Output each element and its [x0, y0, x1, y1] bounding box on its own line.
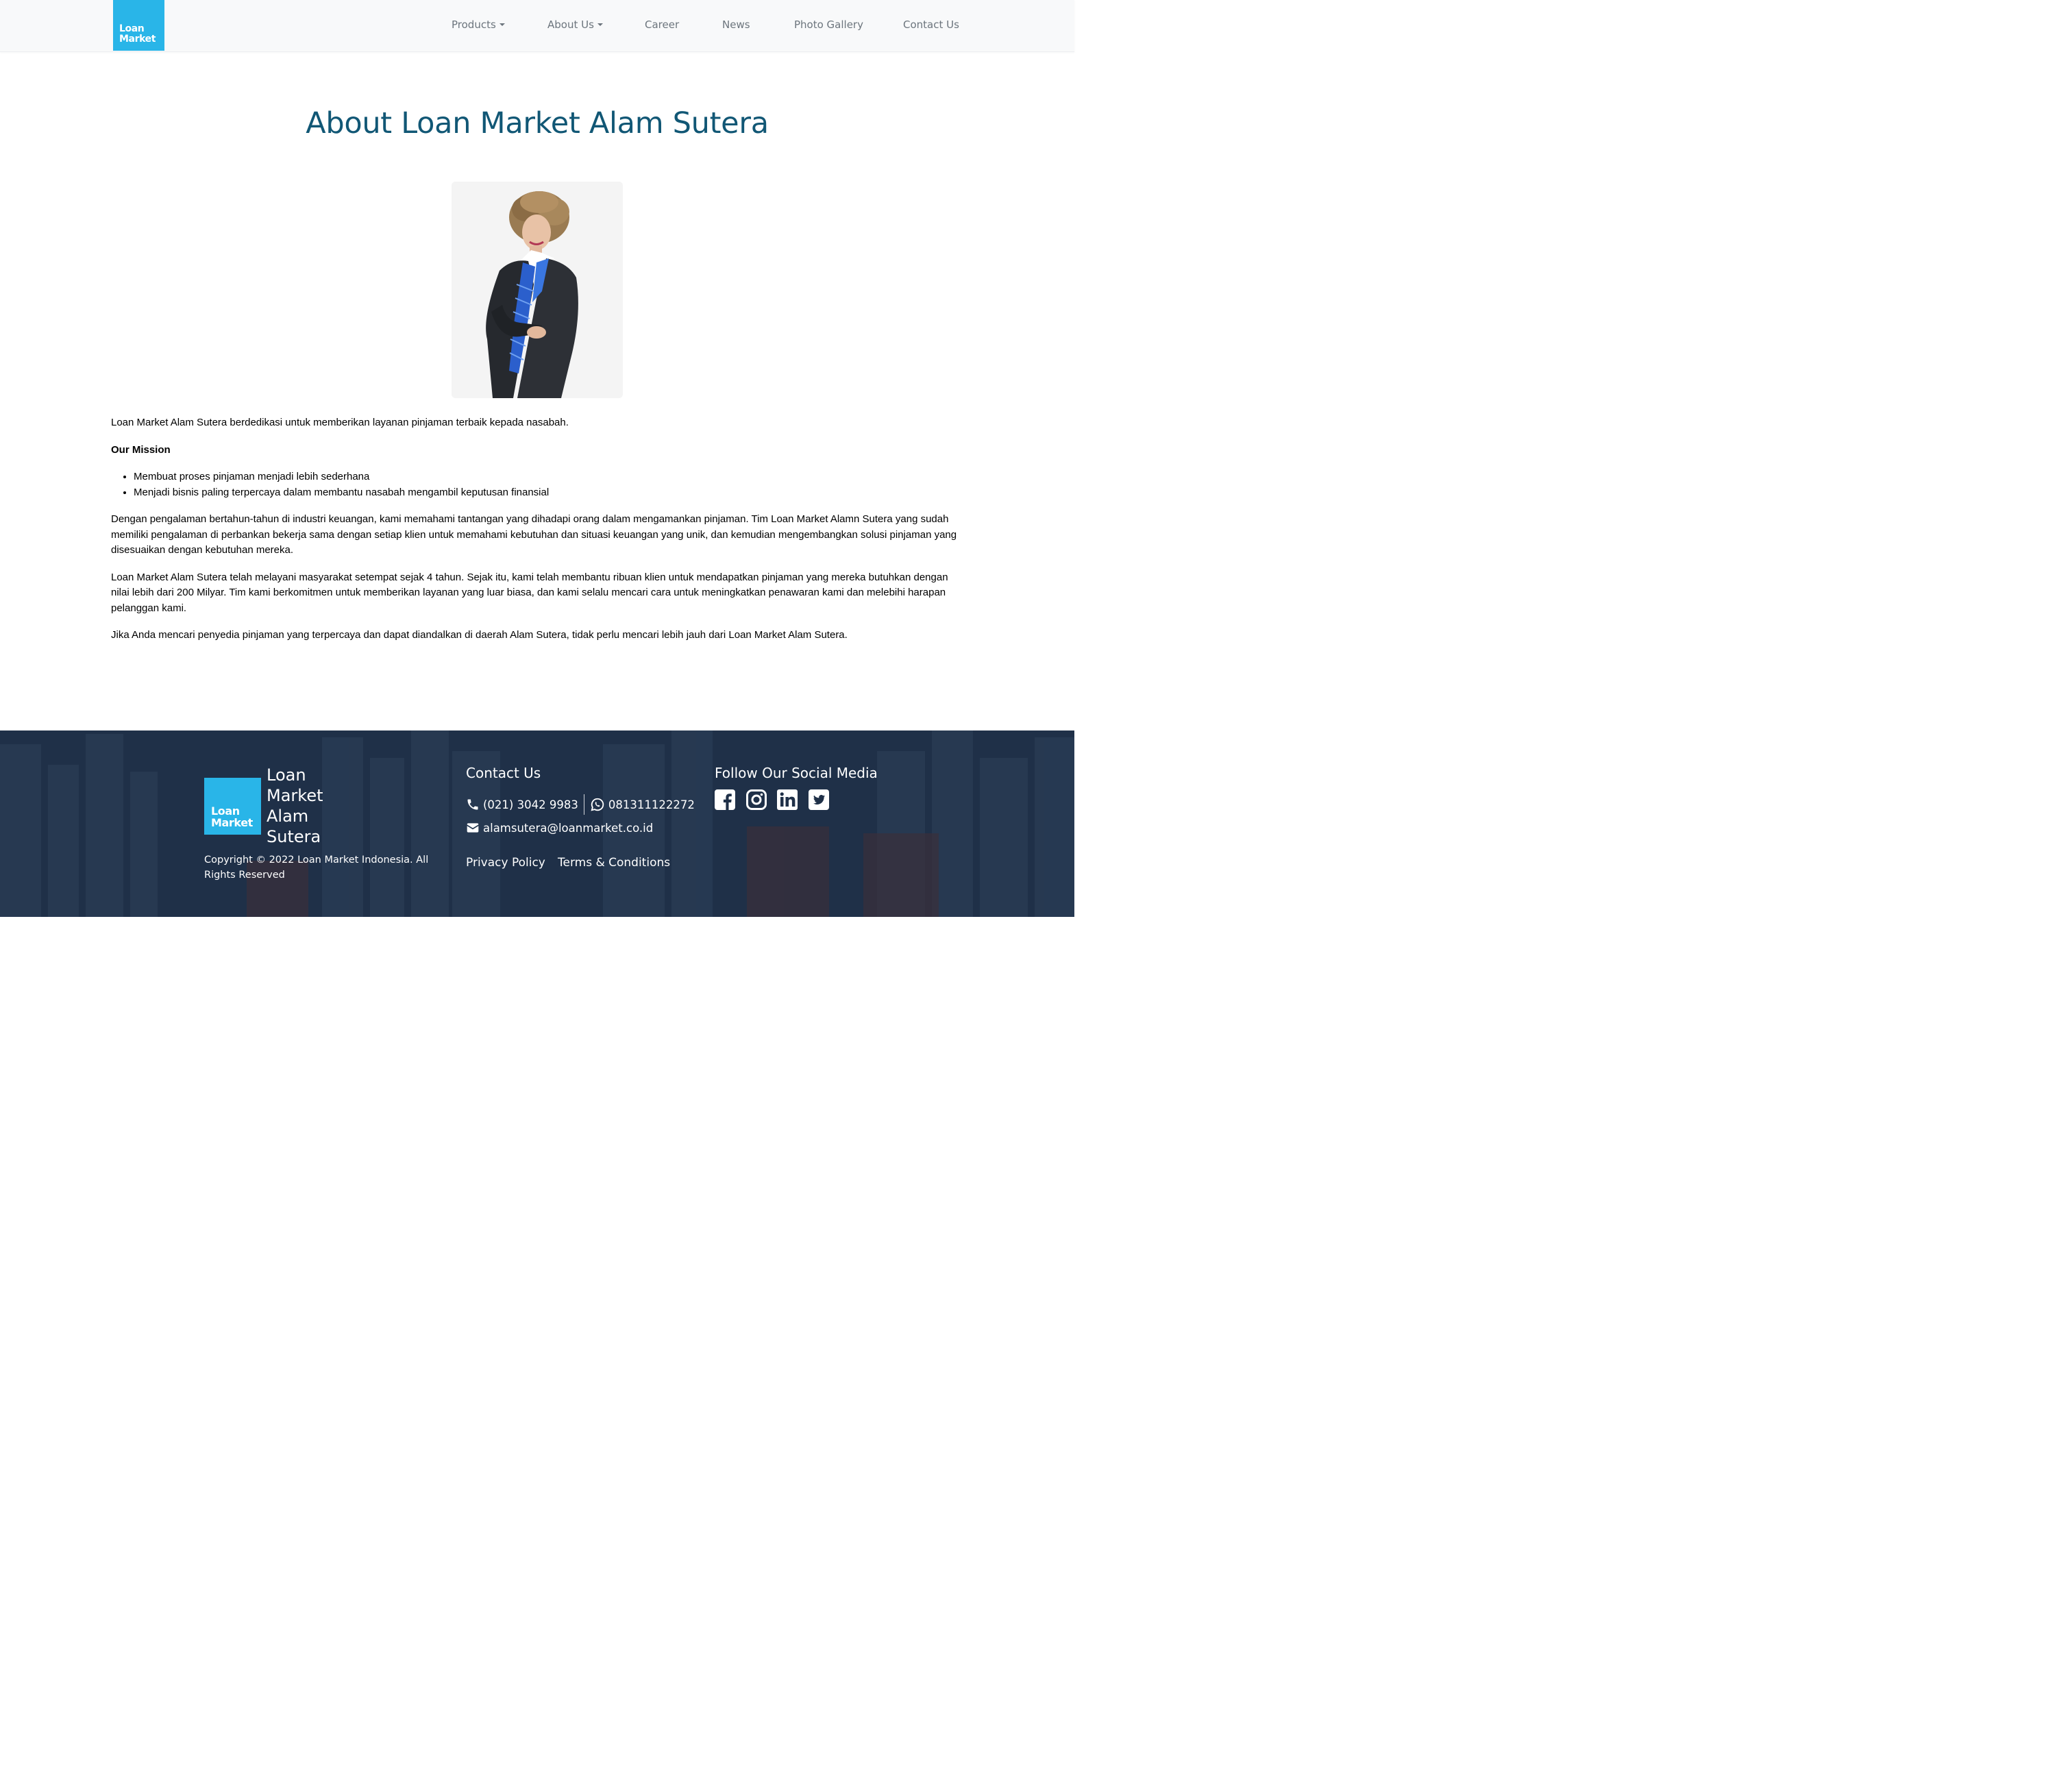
- footer-logo[interactable]: Loan Market: [204, 778, 261, 835]
- phone-icon: [467, 799, 478, 810]
- phone-number[interactable]: (021) 3042 9983: [483, 798, 578, 811]
- paragraph-experience: Dengan pengalaman bertahun-tahun di indu…: [111, 513, 957, 556]
- site-footer: Loan Market Loan Market Alam Sutera Copy…: [0, 730, 1074, 917]
- facebook-icon[interactable]: [715, 789, 735, 810]
- nav-item-news[interactable]: News: [722, 19, 750, 31]
- list-item: Membuat proses pinjaman menjadi lebih se…: [134, 469, 964, 485]
- footer-contact-heading: Contact Us: [466, 765, 541, 781]
- copyright-text: Copyright © 2022 Loan Market Indonesia. …: [204, 855, 429, 881]
- intro-text: Loan Market Alam Sutera berdedikasi untu…: [111, 417, 569, 428]
- whatsapp-number[interactable]: 081311122272: [608, 798, 695, 811]
- top-navbar: Loan Market Products About Us Career New…: [0, 0, 1074, 52]
- footer-brand-name: Loan Market Alam Sutera: [267, 765, 323, 846]
- twitter-icon[interactable]: [809, 789, 829, 810]
- linkedin-icon[interactable]: [777, 789, 798, 810]
- nav-item-career[interactable]: Career: [645, 19, 679, 31]
- paragraph-history: Loan Market Alam Sutera telah melayani m…: [111, 571, 948, 614]
- logo-wordmark: Loan Market: [211, 805, 253, 829]
- nav-item-about-us[interactable]: About Us: [547, 19, 603, 31]
- email-link[interactable]: alamsutera@loanmarket.co.id: [483, 822, 653, 835]
- contact-phone-row: (021) 3042 9983 081311122272: [466, 794, 695, 815]
- whatsapp-icon: [591, 798, 604, 811]
- agent-portrait-image: [452, 182, 623, 398]
- about-content: Loan Market Alam Sutera berdedikasi untu…: [111, 415, 964, 655]
- envelope-icon: [467, 823, 479, 833]
- list-item: Menjadi bisnis paling terpercaya dalam m…: [134, 485, 964, 501]
- privacy-policy-link[interactable]: Privacy Policy: [466, 856, 545, 870]
- nav-item-contact-us[interactable]: Contact Us: [903, 19, 959, 31]
- mission-list: Membuat proses pinjaman menjadi lebih se…: [111, 469, 964, 500]
- nav-item-photo-gallery[interactable]: Photo Gallery: [794, 19, 863, 31]
- chevron-down-icon: [499, 23, 505, 26]
- contact-email-row: alamsutera@loanmarket.co.id: [466, 821, 653, 835]
- terms-conditions-link[interactable]: Terms & Conditions: [558, 856, 670, 870]
- mission-heading: Our Mission: [111, 443, 171, 456]
- paragraph-closing: Jika Anda mencari penyedia pinjaman yang…: [111, 629, 848, 641]
- chevron-down-icon: [597, 23, 603, 26]
- instagram-icon[interactable]: [746, 789, 767, 810]
- footer-social-heading: Follow Our Social Media: [715, 765, 878, 781]
- nav-item-products[interactable]: Products: [452, 19, 505, 31]
- main-nav: Products About Us Career News Photo Gall…: [0, 0, 1074, 51]
- agent-portrait: [452, 182, 623, 398]
- page-title: About Loan Market Alam Sutera: [306, 106, 769, 140]
